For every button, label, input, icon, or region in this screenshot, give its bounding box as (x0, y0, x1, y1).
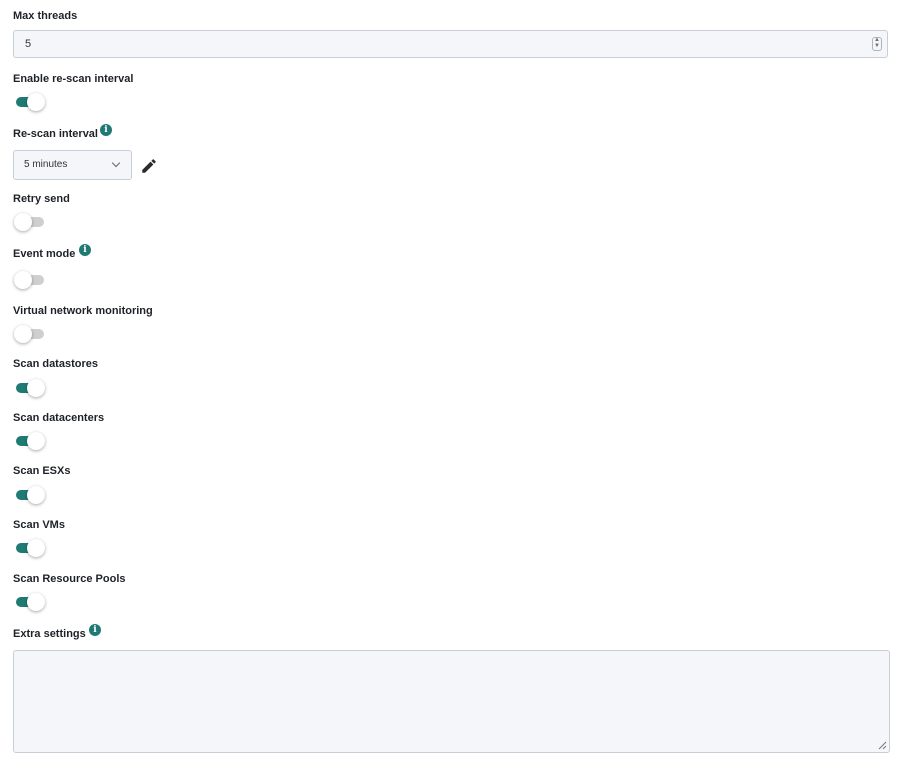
chevron-down-icon (111, 158, 121, 168)
toggle-knob (27, 539, 45, 557)
enable-rescan-label: Enable re-scan interval (13, 73, 134, 85)
rescan-interval-label: Re-scan interval (13, 128, 98, 140)
toggle-knob (27, 432, 45, 450)
toggle-knob (27, 486, 45, 504)
toggle-knob (27, 593, 45, 611)
scan-resource-pools-label: Scan Resource Pools (13, 573, 126, 585)
scan-vms-label: Scan VMs (13, 519, 65, 531)
scan-datastores-label: Scan datastores (13, 358, 98, 370)
max-threads-label: Max threads (13, 10, 78, 22)
retry-send-label: Retry send (13, 193, 70, 205)
settings-form: Max threads 5 ▲ ▼ Enable re-scan interva… (0, 0, 900, 768)
pencil-icon[interactable] (140, 157, 158, 175)
extra-settings-textarea[interactable] (13, 650, 890, 753)
event-mode-label: Event mode (13, 248, 76, 260)
toggle-knob (14, 213, 32, 231)
scan-datacenters-label: Scan datacenters (13, 412, 105, 424)
number-spinner[interactable]: ▲ ▼ (872, 37, 882, 51)
scan-esxs-label: Scan ESXs (13, 465, 71, 477)
scan-esxs-toggle[interactable] (16, 486, 45, 504)
virtual-network-monitoring-toggle[interactable] (14, 325, 44, 343)
max-threads-value: 5 (25, 38, 32, 50)
retry-send-toggle[interactable] (14, 213, 44, 231)
scan-resource-pools-toggle[interactable] (16, 593, 45, 611)
info-icon[interactable]: i (89, 624, 101, 636)
event-mode-toggle[interactable] (14, 271, 44, 289)
toggle-knob (27, 379, 45, 397)
scan-datastores-toggle[interactable] (16, 379, 45, 397)
max-threads-input[interactable]: 5 ▲ ▼ (13, 30, 888, 58)
resize-handle-icon[interactable] (878, 741, 887, 750)
scan-datacenters-toggle[interactable] (16, 432, 45, 450)
scan-vms-toggle[interactable] (16, 539, 45, 557)
toggle-knob (27, 93, 45, 111)
toggle-knob (14, 271, 32, 289)
rescan-interval-select[interactable]: 5 minutes (13, 150, 132, 180)
rescan-interval-value: 5 minutes (24, 159, 68, 170)
info-icon[interactable]: i (100, 124, 112, 136)
chevron-down-icon[interactable]: ▼ (874, 43, 880, 49)
toggle-knob (14, 325, 32, 343)
extra-settings-label: Extra settings (13, 628, 86, 640)
virtual-network-monitoring-label: Virtual network monitoring (13, 305, 153, 317)
enable-rescan-toggle[interactable] (16, 93, 45, 111)
info-icon[interactable]: i (79, 244, 91, 256)
